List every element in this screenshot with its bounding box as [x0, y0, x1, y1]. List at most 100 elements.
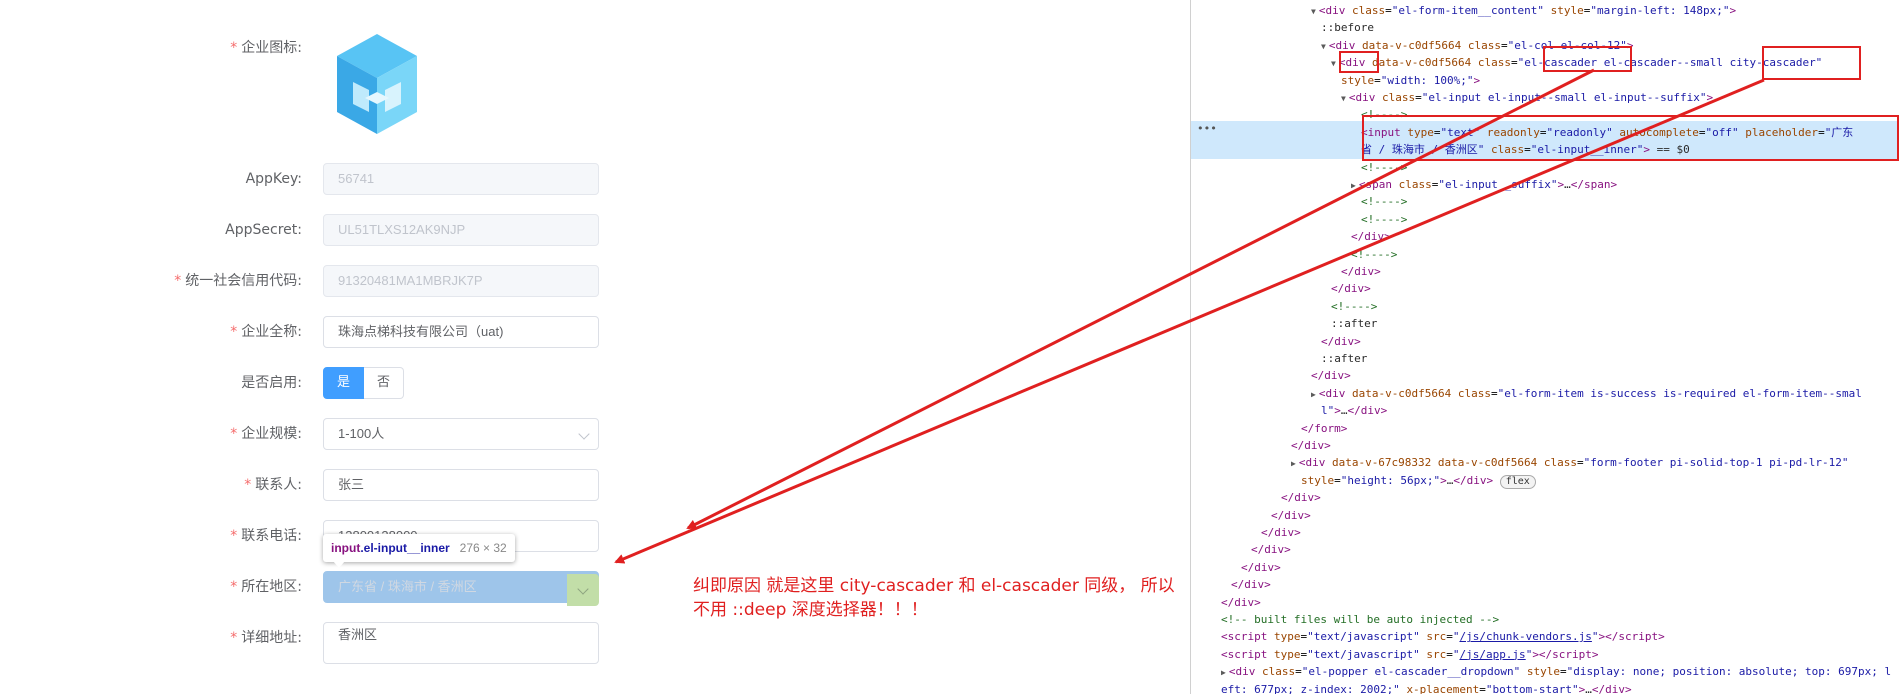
enabled-radio-group[interactable]: 是否	[323, 367, 405, 399]
contact-label-text: 联系人:	[255, 477, 302, 493]
required-mark: *	[244, 477, 252, 493]
annotation-line-2: 不用 ::deep 深度选择器！！！	[693, 600, 928, 620]
box-div-tag	[1339, 51, 1379, 73]
radio-option-no[interactable]: 否	[364, 367, 405, 399]
logo-label-text: 企业图标:	[241, 40, 302, 56]
appkey-label: AppKey:	[2, 163, 302, 195]
dom-node-line[interactable]: ▼ <div class="el-input el-input--small el…	[1341, 89, 1713, 106]
annotation-line-1: 纠即原因 就是这里 city-cascader 和 el-cascader 同级…	[693, 576, 1175, 596]
dom-node-line[interactable]: </div>	[1311, 367, 1351, 384]
devtools-element-tooltip: input .el-input__inner 276 × 32	[323, 534, 515, 562]
annotation-note: 纠即原因 就是这里 city-cascader 和 el-cascader 同级…	[693, 574, 1193, 622]
dom-node-line[interactable]: style="width: 100%;">	[1341, 72, 1480, 89]
dom-node-line[interactable]: </div>	[1341, 263, 1381, 280]
contact-input[interactable]: 张三	[323, 469, 599, 501]
dom-node-line[interactable]: <!---->	[1351, 246, 1397, 263]
required-mark: *	[174, 273, 182, 289]
dom-node-line[interactable]: </form>	[1301, 420, 1347, 437]
dom-node-line[interactable]: </div>	[1251, 541, 1291, 558]
phone-label-text: 联系电话:	[241, 528, 302, 544]
required-mark: *	[230, 630, 238, 646]
phone-label: * 联系电话:	[2, 520, 302, 552]
company-name-label-text: 企业全称:	[241, 324, 302, 340]
required-mark: *	[230, 324, 238, 340]
company-name-label: * 企业全称:	[2, 316, 302, 348]
credit-code-label-text: 统一社会信用代码:	[185, 273, 302, 289]
tooltip-class: .el-input__inner	[360, 541, 450, 555]
required-mark: *	[230, 426, 238, 442]
address-label-text: 详细地址:	[241, 630, 302, 646]
dom-node-line[interactable]: </div>	[1331, 280, 1371, 297]
dom-node-line[interactable]: </div>	[1281, 489, 1321, 506]
credit-code-input[interactable]: 91320481MA1MBRJK7P	[323, 265, 599, 297]
dom-node-line[interactable]: l">…</div>	[1321, 402, 1387, 419]
enabled-label: 是否启用:	[2, 367, 302, 399]
dom-node-line[interactable]: <!---->	[1361, 211, 1407, 228]
expand-toggle-icon[interactable]: ▼	[1331, 59, 1336, 68]
dom-node-line[interactable]: </div>	[1291, 437, 1331, 454]
credit-code-label: * 统一社会信用代码:	[2, 265, 302, 297]
company-size-input[interactable]: 1-100人	[323, 418, 599, 450]
enterprise-logo-image[interactable]	[333, 32, 421, 136]
expand-toggle-icon[interactable]: ▶	[1351, 181, 1356, 190]
box-input-node	[1362, 115, 1899, 161]
dom-node-line[interactable]: ::after	[1331, 315, 1377, 332]
required-mark: *	[230, 40, 238, 56]
node-ellipsis-icon[interactable]: •••	[1197, 120, 1217, 137]
dom-node-line[interactable]: </div>	[1221, 594, 1261, 611]
chevron-down-icon	[577, 583, 589, 595]
dom-node-line[interactable]: </div>	[1271, 507, 1311, 524]
appsecret-label: AppSecret:	[2, 214, 302, 246]
dom-node-line[interactable]: <!---->	[1331, 298, 1377, 315]
dom-node-line[interactable]: ▶ <div data-v-c0df5664 class="el-form-ite…	[1311, 385, 1862, 402]
expand-toggle-icon[interactable]: ▼	[1341, 94, 1346, 103]
box-city-cascader	[1762, 46, 1861, 80]
tooltip-arrow	[333, 561, 345, 568]
required-mark: *	[230, 579, 238, 595]
region-label-text: 所在地区:	[241, 579, 302, 595]
appsecret-input[interactable]: UL51TLXS12AK9NJP	[323, 214, 599, 246]
dom-node-line[interactable]: ▶ <span class="el-input__suffix">…</span>	[1351, 176, 1617, 193]
dom-node-line[interactable]: <!-- built files will be auto injected -…	[1221, 611, 1499, 628]
address-input[interactable]: 香洲区	[323, 622, 599, 664]
dom-node-line[interactable]: ▶ <div class="el-popper el-cascader__drop…	[1221, 663, 1891, 680]
required-mark: *	[230, 528, 238, 544]
region-label: * 所在地区:	[2, 571, 302, 603]
dom-node-line[interactable]: <script type="text/javascript" src="/js/…	[1221, 628, 1665, 645]
tooltip-size: 276 × 32	[459, 541, 507, 555]
tooltip-tag: input	[331, 541, 361, 555]
chevron-down-icon	[578, 428, 590, 440]
dom-node-line[interactable]: <script type="text/javascript" src="/js/…	[1221, 646, 1599, 663]
appkey-input[interactable]: 56741	[323, 163, 599, 195]
enabled-label-text: 是否启用:	[241, 375, 302, 391]
address-label: * 详细地址:	[2, 622, 302, 654]
appkey-label-text: AppKey:	[245, 171, 302, 187]
dom-node-line[interactable]: ▼ <div class="el-form-item__content" styl…	[1311, 2, 1736, 19]
radio-option-yes[interactable]: 是	[323, 367, 365, 399]
dom-node-line[interactable]: </div>	[1321, 333, 1361, 350]
dom-node-line[interactable]: </div>	[1231, 576, 1271, 593]
expand-toggle-icon[interactable]: ▼	[1321, 42, 1326, 51]
dom-node-line[interactable]: <!---->	[1361, 193, 1407, 210]
company-size-label: * 企业规模:	[2, 418, 302, 450]
form-panel: *详细地址:香洲区*所在地区:广东省 / 珠海市 / 香洲区*联系电话:1380…	[0, 0, 1190, 694]
region-input[interactable]: 广东省 / 珠海市 / 香洲区	[323, 571, 599, 603]
dom-node-line[interactable]: eft: 677px; z-index: 2002;" x-placement=…	[1221, 681, 1632, 694]
dom-node-line[interactable]: ▶ <div data-v-67c98332 data-v-c0df5664 cl…	[1291, 454, 1849, 471]
expand-toggle-icon[interactable]: ▼	[1311, 7, 1316, 16]
devtools-elements-panel: ••• ▼ <div class="el-form-item__content" …	[1190, 0, 1899, 694]
cascader-suffix[interactable]	[567, 574, 599, 606]
logo-label: * 企业图标:	[2, 32, 302, 64]
dom-node-line[interactable]: ::before	[1321, 19, 1374, 36]
dom-node-line[interactable]: </div>	[1351, 228, 1391, 245]
expand-toggle-icon[interactable]: ▶	[1311, 390, 1316, 399]
dom-node-line[interactable]: <!---->	[1361, 159, 1407, 176]
dom-node-line[interactable]: </div>	[1241, 559, 1281, 576]
appsecret-label-text: AppSecret:	[225, 222, 302, 238]
dom-node-line[interactable]: </div>	[1261, 524, 1301, 541]
expand-toggle-icon[interactable]: ▶	[1291, 459, 1296, 468]
dom-node-line[interactable]: style="height: 56px;">…</div> flex	[1301, 472, 1536, 489]
expand-toggle-icon[interactable]: ▶	[1221, 668, 1226, 677]
company-name-input[interactable]: 珠海点梯科技有限公司（uat)	[323, 316, 599, 348]
dom-node-line[interactable]: ::after	[1321, 350, 1367, 367]
